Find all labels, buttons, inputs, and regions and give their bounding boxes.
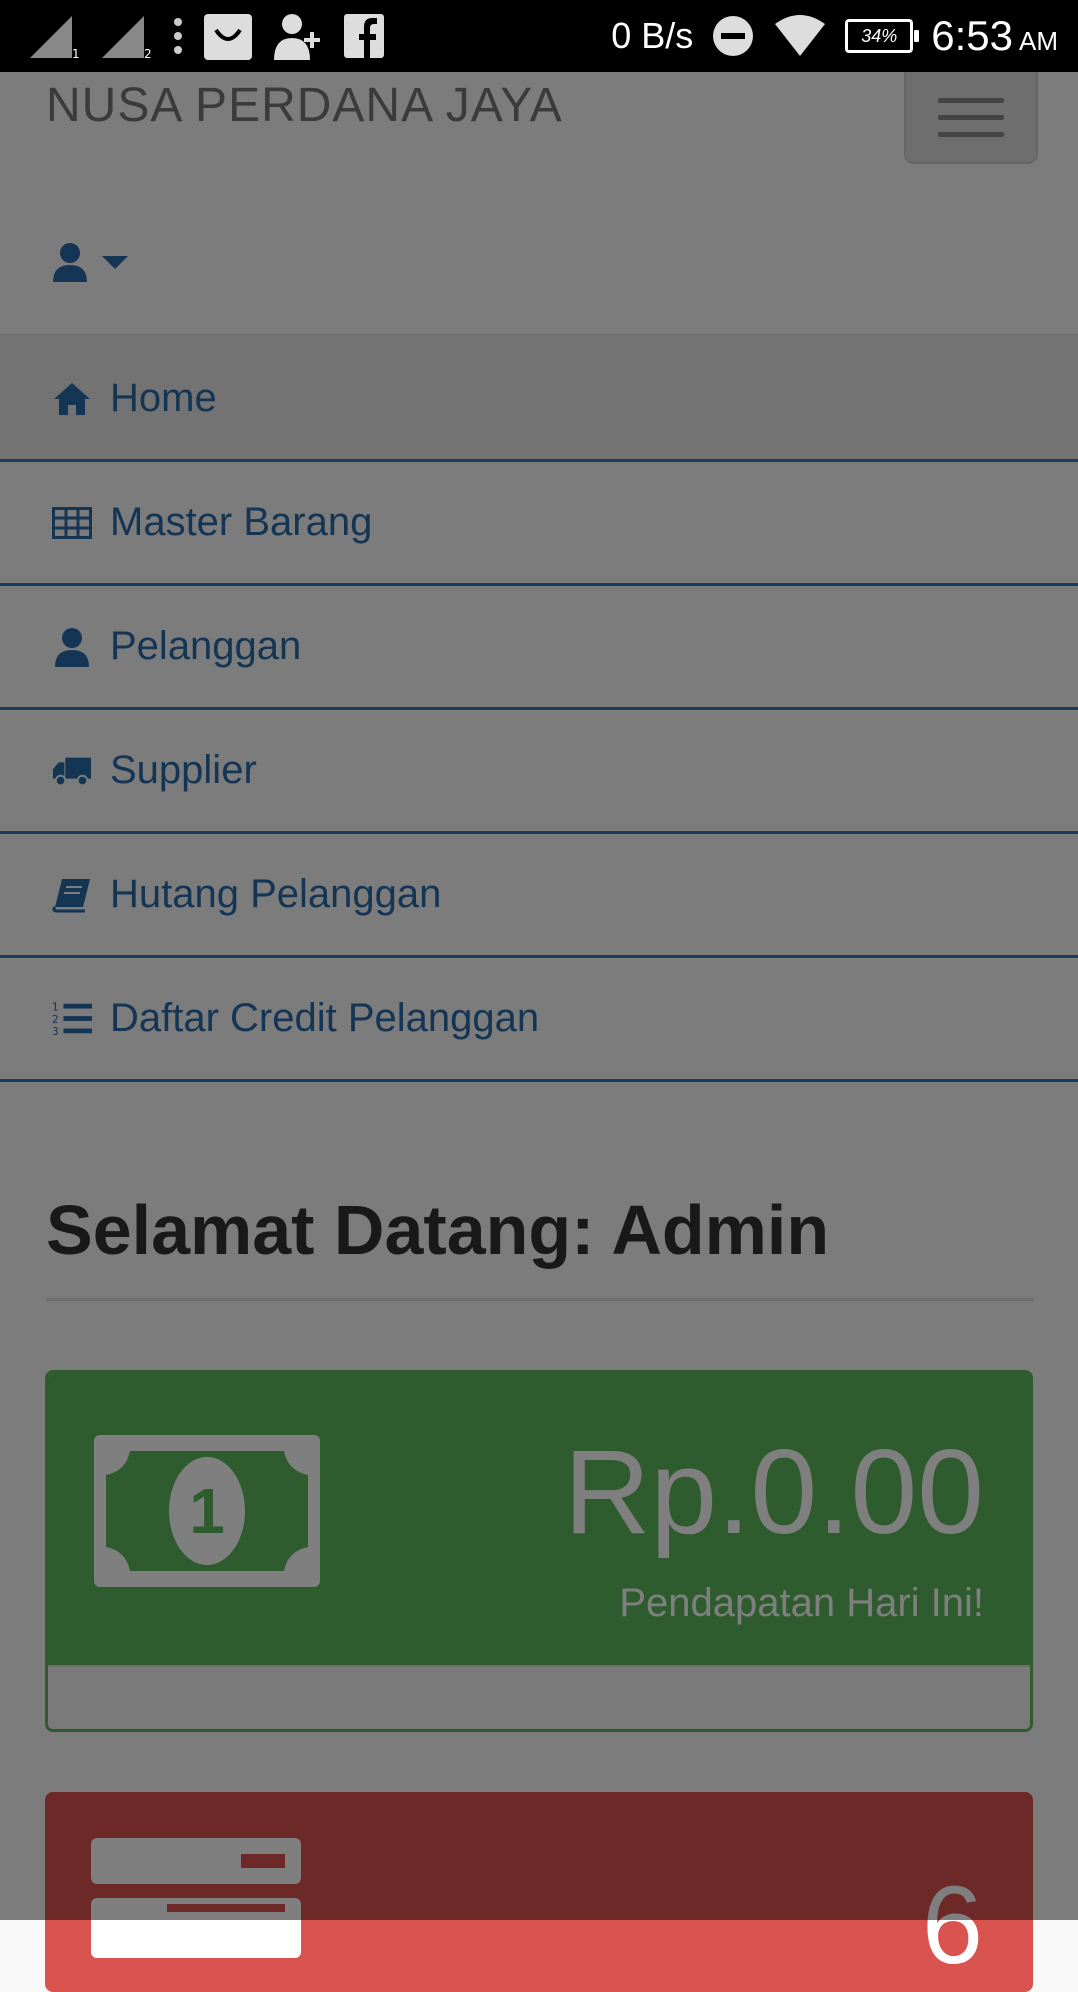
nav-item-daftar-credit-pelanggan[interactable]: 123 Daftar Credit Pelanggan [0,958,1078,1082]
hamburger-bar [938,114,1004,120]
status-bar-right: 0 B/s 34% 6:53 AM [611,0,1058,72]
nav-menu: Home Master Barang Pelanggan Supplier Hu… [0,338,1078,1082]
status-bar: 1 2 0 B/s 34% 6:53 AM [0,0,1078,72]
truck-icon [52,751,92,791]
nav-item-pelanggan[interactable]: Pelanggan [0,586,1078,710]
battery-icon: 34% [845,19,920,53]
credit-value: 6 [921,1864,983,1987]
credit-card-icon [91,1838,301,1958]
clock-ampm: AM [1019,26,1058,56]
svg-text:1: 1 [189,1475,225,1547]
welcome-user: Admin [611,1191,830,1269]
facebook-icon [344,14,384,58]
page-title: Selamat Datang: Admin [46,1190,1034,1301]
add-user-icon [274,14,320,60]
clock-time: 6:53 [931,12,1013,59]
clock: 6:53 AM [931,12,1058,60]
nav-item-label: Home [110,376,217,420]
svg-text:1: 1 [52,1001,59,1013]
svg-text:1: 1 [72,47,80,60]
signal-sim1-icon: 1 [30,16,80,60]
battery-level: 34% [861,25,898,46]
hamburger-bar [938,97,1004,103]
hamburger-bar [938,131,1004,137]
do-not-disturb-icon [713,16,754,56]
welcome-prefix: Selamat Datang: [46,1191,612,1269]
ordered-list-icon: 123 [52,999,92,1039]
credit-panel: 6 [45,1792,1033,1992]
svg-text:3: 3 [52,1026,59,1038]
brand-title[interactable]: NUSA PERDANA JAYA [46,78,563,133]
navbar: NUSA PERDANA JAYA [0,72,1078,338]
money-icon: 1 [94,1435,320,1587]
nav-item-hutang-pelanggan[interactable]: Hutang Pelanggan [0,834,1078,958]
nav-item-label: Hutang Pelanggan [110,872,442,916]
chevron-down-icon [102,255,128,269]
nav-item-home[interactable]: Home [0,338,1078,462]
income-panel: 1 Rp.0.00 Pendapatan Hari Ini! [45,1370,1033,1732]
nav-item-label: Daftar Credit Pelanggan [110,996,540,1040]
nav-item-label: Master Barang [110,500,373,544]
nav-item-master-barang[interactable]: Master Barang [0,462,1078,586]
nav-item-supplier[interactable]: Supplier [0,710,1078,834]
user-dropdown[interactable] [52,237,128,287]
status-bar-left: 1 2 [28,10,386,62]
home-icon [52,379,92,419]
user-icon [52,627,92,667]
income-label: Pendapatan Hari Ini! [619,1581,984,1625]
income-value: Rp.0.00 [563,1425,984,1559]
shopping-bag-icon [204,14,252,60]
table-icon [52,503,92,543]
income-panel-heading: 1 Rp.0.00 Pendapatan Hari Ini! [48,1373,1030,1665]
user-icon [53,243,87,282]
nav-item-label: Pelanggan [110,624,302,668]
income-panel-footer[interactable] [48,1665,1030,1729]
nav-item-label: Supplier [110,748,257,792]
svg-text:2: 2 [144,47,152,60]
menu-toggle-button[interactable] [904,72,1038,164]
book-icon [52,875,92,915]
network-speed: 0 B/s [611,15,694,56]
signal-sim2-icon: 2 [102,16,152,60]
wifi-icon [775,15,826,56]
more-vertical-icon [174,18,182,54]
svg-text:2: 2 [52,1013,59,1025]
